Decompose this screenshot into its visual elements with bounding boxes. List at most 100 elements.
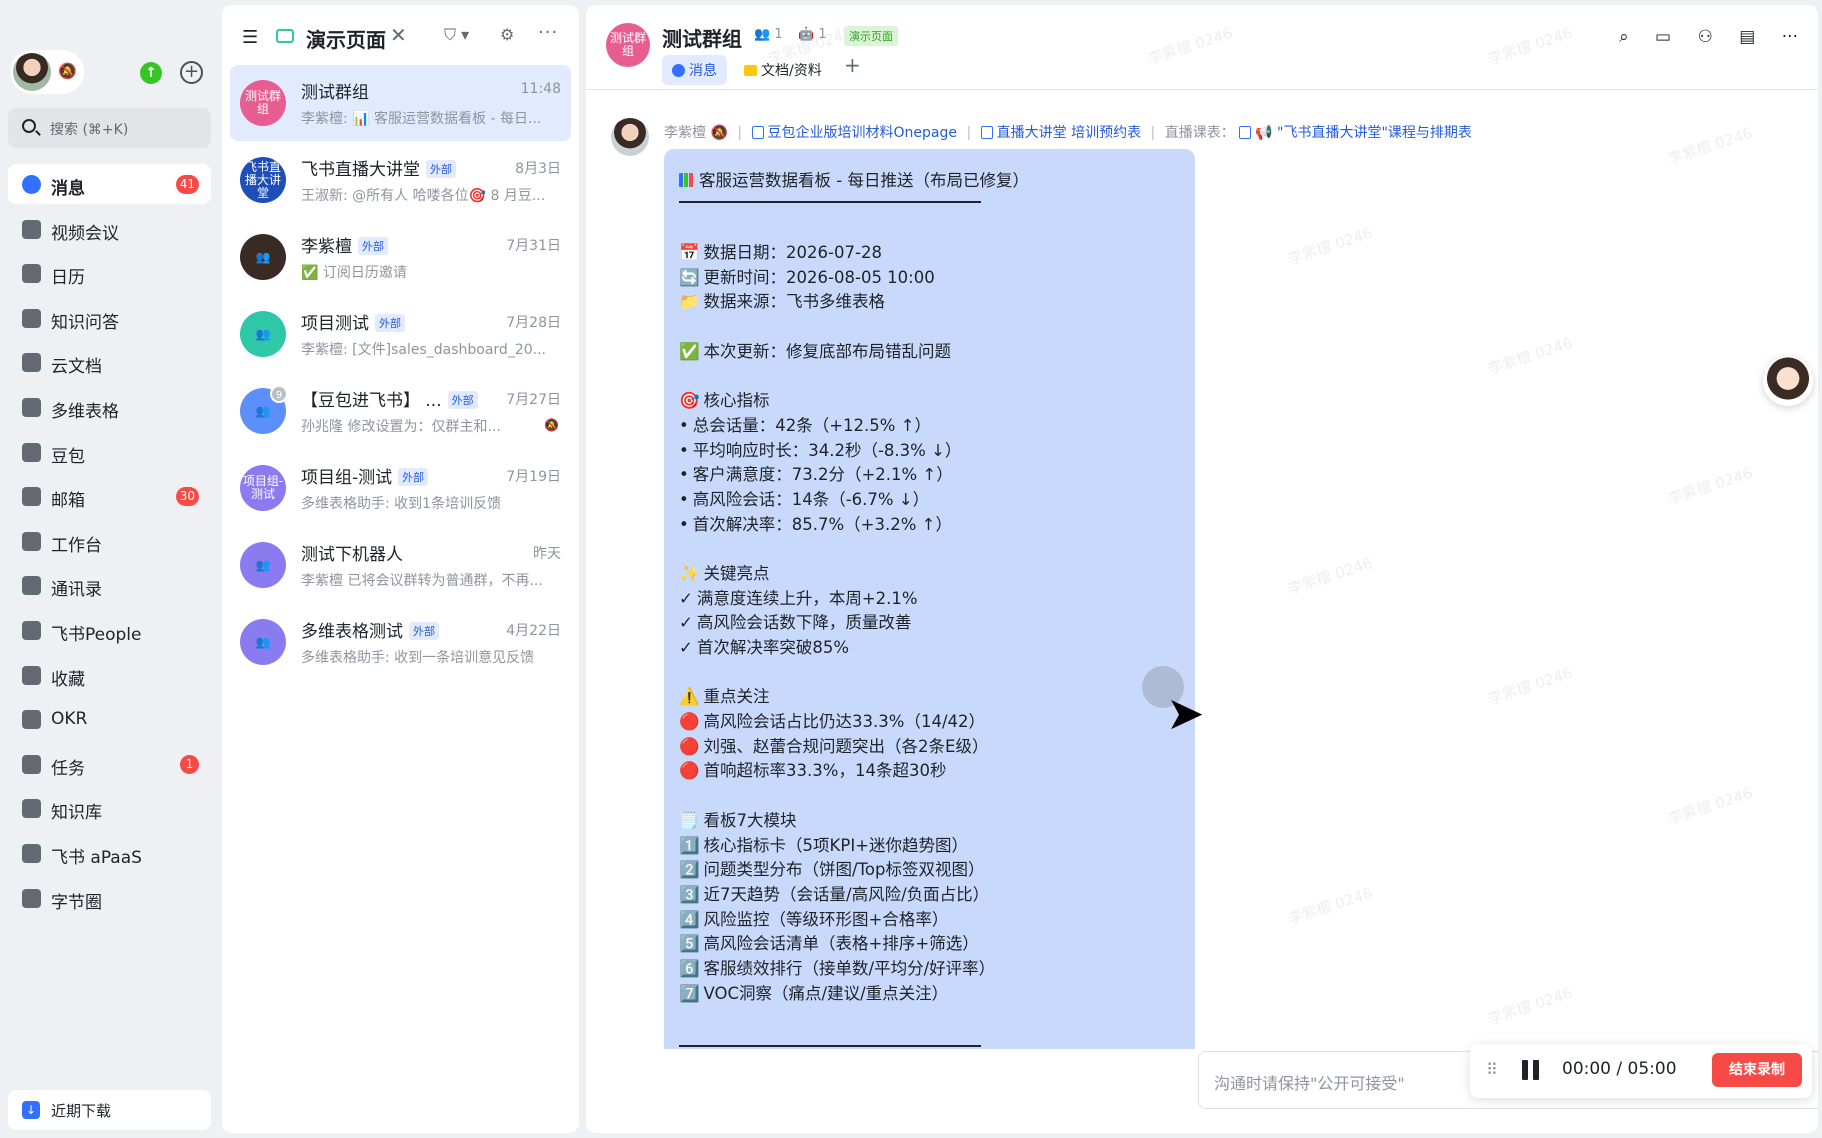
bot-count[interactable]: 🤖 1: [798, 27, 827, 42]
line-prefix-icon: 🔴: [679, 736, 700, 756]
message-meta: 李紫檀 🔕 | 豆包企业版培训材料Onepage | 直播大讲堂 培训预约表 |…: [664, 122, 1472, 142]
avatar[interactable]: 👥: [240, 619, 286, 665]
card-line-text: 关键亮点: [703, 563, 770, 583]
message-bubble[interactable]: 客服运营数据看板 - 每日推送（布局已修复） 📅 数据日期：2026-07-28 🔄…: [664, 149, 1195, 1049]
assistant-avatar[interactable]: [1763, 356, 1813, 406]
line-prefix-icon: •: [679, 489, 689, 509]
sidebar-item-2[interactable]: 日历: [8, 253, 211, 293]
card-line: 🔴 刘强、赵蕾合规问题突出（各2条E级）: [679, 735, 1189, 760]
sidebar-item-8[interactable]: 工作台: [8, 521, 211, 561]
pause-icon[interactable]: [1522, 1060, 1540, 1080]
avatar[interactable]: 👥: [240, 311, 286, 357]
chat-list-item[interactable]: 👥 项目测试 外部 7月28日 李紫檀: [文件]sales_dashboard_20.…: [230, 296, 571, 372]
card-line: ✓ 首次解决率突破85%: [679, 636, 1189, 661]
chat-preview: ✅ 订阅日历邀请: [301, 265, 407, 281]
search-chat-icon[interactable]: ⌕: [1619, 27, 1629, 47]
chat-name-text: 测试群组: [301, 83, 369, 103]
watermark: 李紫檀 0246: [1485, 663, 1575, 709]
sidebar-item-1[interactable]: 视频会议: [8, 209, 211, 249]
sidebar-item-10[interactable]: 飞书People: [8, 610, 211, 650]
sidebar-item-3[interactable]: 知识问答: [8, 298, 211, 338]
sidebar-item-9[interactable]: 通讯录: [8, 565, 211, 605]
card-body: 📅 数据日期：2026-07-28 🔄 更新时间：2026-08-05 10:00 📁 数…: [679, 241, 1189, 1006]
avatar[interactable]: 👥: [240, 542, 286, 588]
docs-icon: [22, 353, 41, 373]
add-icon[interactable]: +: [180, 61, 203, 84]
avatar[interactable]: 项目组-测试: [240, 465, 286, 511]
sidebar-item-label: 知识库: [51, 803, 102, 824]
chat-preview: 李紫檀: [文件]sales_dashboard_20...: [301, 342, 546, 358]
line-prefix-icon: ✨: [679, 563, 700, 583]
close-icon[interactable]: ✕: [390, 23, 407, 47]
add-member-icon[interactable]: ⚇: [1698, 27, 1713, 47]
avatar[interactable]: 飞书直播大讲堂: [240, 157, 286, 203]
drag-handle-icon[interactable]: ⠿: [1486, 1060, 1498, 1079]
chat-list-item[interactable]: 飞书直播大讲堂 飞书直播大讲堂 外部 8月3日 王淑新: @所有人 哈喽各位🎯 8 月豆…: [230, 142, 571, 218]
upgrade-arrow-icon[interactable]: ↑: [140, 62, 162, 84]
line-prefix-icon: 📅: [679, 243, 700, 262]
video-call-icon[interactable]: ▭: [1655, 27, 1671, 47]
settings-sliders-icon[interactable]: ⚙: [500, 25, 514, 44]
divider: |: [1150, 125, 1156, 141]
doc-link-schedule[interactable]: 📢 "飞书直播大讲堂"课程与排期表: [1239, 125, 1472, 141]
sidebar-item-11[interactable]: 收藏: [8, 655, 211, 695]
chat-list-item[interactable]: 测试群组 测试群组 11:48 李紫檀: 📊 客服运营数据看板 - 每日...: [230, 65, 571, 141]
card-line: ✅ 本次更新：修复底部布局错乱问题: [679, 340, 1189, 365]
chat-title[interactable]: 测试群组: [662, 23, 742, 52]
more-icon[interactable]: ···: [1782, 27, 1798, 47]
doc-link-schedule-label: 📢 "飞书直播大讲堂"课程与排期表: [1255, 125, 1472, 141]
card-line: 4️⃣ 风险监控（等级环形图+合格率）: [679, 908, 1189, 933]
tab-messages[interactable]: 消息: [662, 55, 727, 85]
stop-recording-button[interactable]: 结束录制: [1712, 1053, 1802, 1087]
card-line-text: 高风险会话清单（表格+排序+筛选）: [703, 934, 979, 954]
tag-icon: [276, 29, 294, 43]
sidebar-item-14[interactable]: 知识库: [8, 788, 211, 828]
chat-list-item[interactable]: 👥 多维表格测试 外部 4月22日 多维表格助手: 收到一条培训意见反馈: [230, 604, 571, 680]
sidebar-item-0[interactable]: 消息 41: [8, 164, 211, 204]
bell-muted-icon[interactable]: 🔕: [58, 62, 77, 80]
watermark: 李紫檀 0246: [1665, 783, 1755, 829]
card-line-text: 总会话量：42条（+12.5% ↑）: [692, 415, 932, 435]
chat-list-item[interactable]: 项目组-测试 项目组-测试 外部 7月19日 多维表格助手: 收到1条培训反馈: [230, 450, 571, 526]
chat-list-item[interactable]: 👥 9 【豆包进飞书】 ... 外部 7月27日 孙兆隆 修改设置为：仅群主和... 🔕: [230, 373, 571, 449]
card-line-text: 核心指标: [703, 391, 770, 411]
avatar[interactable]: 👥: [240, 234, 286, 280]
sender-avatar[interactable]: [611, 118, 649, 156]
tab-docs[interactable]: 文档/资料: [734, 55, 832, 85]
calendar-icon[interactable]: ▤: [1739, 27, 1755, 47]
sidebar-item-16[interactable]: 字节圈: [8, 878, 211, 918]
sidebar: 🔕 ↑ + 搜索 (⌘+K) 消息 41 视频会议 日历知识问答 云文档多维表格豆包 邮箱…: [0, 0, 220, 1138]
card-line: • 总会话量：42条（+12.5% ↑）: [679, 414, 1189, 439]
doc-link-onepage-label: 豆包企业版培训材料Onepage: [767, 125, 957, 141]
chat-list-header: ☰ 演示页面 ✕ ⛉ ▾ ⚙ ···: [222, 5, 579, 65]
doc-link-onepage[interactable]: 豆包企业版培训材料Onepage: [751, 125, 957, 141]
sidebar-item-15[interactable]: 飞书 aPaaS: [8, 833, 211, 873]
collapse-menu-icon[interactable]: ☰: [242, 27, 258, 48]
sidebar-item-13[interactable]: 任务 1: [8, 744, 211, 784]
sender-name[interactable]: 李紫檀: [664, 125, 706, 141]
chat-list-item[interactable]: 👥 李紫檀 外部 7月31日 ✅ 订阅日历邀请: [230, 219, 571, 295]
doc-link-booking[interactable]: 直播大讲堂 培训预约表: [980, 125, 1141, 141]
add-tab-button[interactable]: +: [844, 53, 861, 77]
sidebar-item-6[interactable]: 豆包: [8, 432, 211, 472]
chat-time: 4月22日: [506, 623, 561, 639]
chat-list-item[interactable]: 👥 测试下机器人 昨天 李紫檀 已将会议群转为普通群，不再...: [230, 527, 571, 603]
group-avatar[interactable]: 测试群组: [606, 23, 650, 67]
user-status-pill[interactable]: 🔕: [10, 50, 84, 94]
member-count[interactable]: 👥 1: [754, 27, 783, 42]
sidebar-item-12[interactable]: OKR: [8, 699, 211, 739]
avatar[interactable]: [13, 53, 51, 91]
recent-downloads-button[interactable]: ↓ 近期下载: [8, 1090, 211, 1130]
sidebar-item-7[interactable]: 邮箱 30: [8, 476, 211, 516]
bot-icon: 🤖: [798, 27, 819, 42]
more-icon[interactable]: ···: [538, 22, 558, 43]
sidebar-item-5[interactable]: 多维表格: [8, 387, 211, 427]
card-line-text: 重点关注: [703, 687, 770, 707]
card-line: ✓ 高风险会话数下降，质量改善: [679, 611, 1189, 636]
avatar[interactable]: 测试群组: [240, 80, 286, 126]
sidebar-item-4[interactable]: 云文档: [8, 342, 211, 382]
search-input[interactable]: 搜索 (⌘+K): [8, 108, 211, 148]
filter-icon[interactable]: ⛉ ▾: [444, 25, 469, 45]
